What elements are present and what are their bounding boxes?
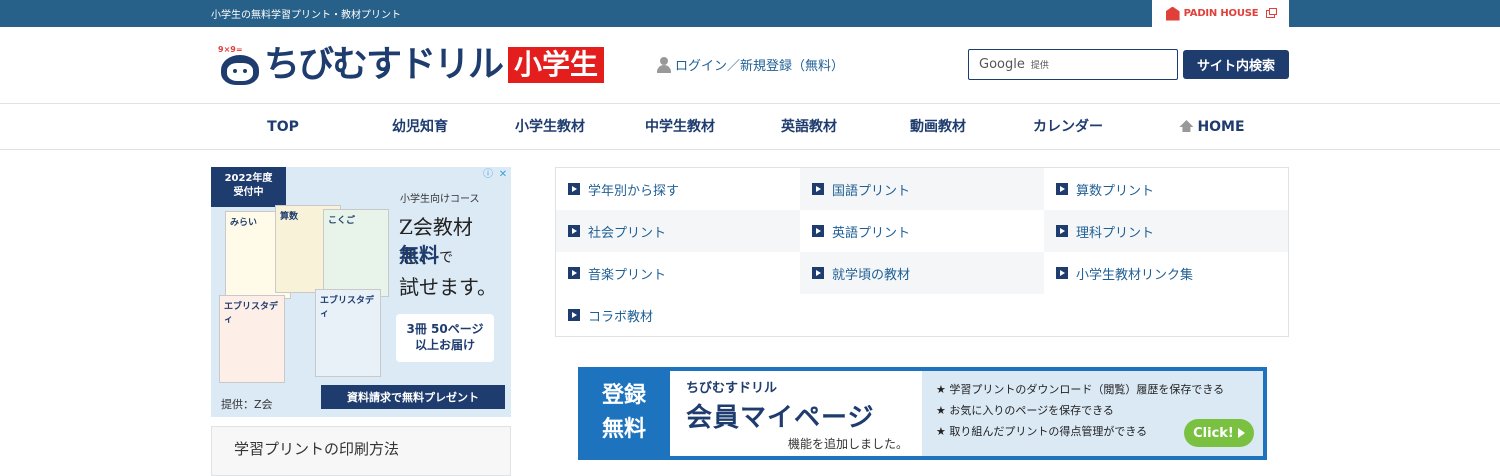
chevron-right-icon: [568, 267, 580, 279]
nav-preschool[interactable]: 幼児知育: [392, 105, 448, 150]
category-link[interactable]: 理科プリント: [1044, 210, 1288, 252]
search-input[interactable]: Google 提供: [968, 49, 1178, 80]
search-provided-label: 提供: [1030, 61, 1049, 71]
category-link[interactable]: 算数プリント: [1044, 168, 1288, 210]
logo-numbers: 9×9=: [218, 45, 243, 54]
ad-book-cover: こくご: [323, 209, 389, 297]
ad-info-icon[interactable]: ⓘ: [482, 169, 494, 181]
site-header: 9×9= ちびむすドリル 小学生 ログイン／新規登録（無料） Google 提供…: [0, 27, 1500, 104]
chevron-right-icon: [812, 183, 824, 195]
ad-free-word: 無料: [399, 243, 439, 267]
chevron-right-icon: [1056, 183, 1068, 195]
ad-badge-status: 受付中: [233, 187, 264, 198]
logo-name: ちびむすドリル: [264, 44, 504, 85]
chevron-right-icon: [568, 309, 580, 321]
banner-features: ★ 学習プリントのダウンロード（閲覧）履歴を保存できる ★ お気に入りのページを…: [922, 371, 1263, 456]
nav-home[interactable]: HOME: [1179, 105, 1245, 150]
ad-book-covers: みらい 算数 こくご エブリスタディ エブリスタディ: [219, 205, 391, 395]
banner-feature: ★ 学習プリントのダウンロード（閲覧）履歴を保存できる: [936, 383, 1225, 396]
ad-headline-3: 試せます。: [399, 275, 497, 299]
print-howto-box[interactable]: 学習プリントの印刷方法: [211, 426, 511, 476]
ad-choices[interactable]: ⓘ ✕: [482, 169, 509, 181]
ad-pages-line1: 3冊 50ページ: [406, 322, 484, 336]
category-link[interactable]: 学年別から探す: [556, 168, 800, 210]
category-link[interactable]: 社会プリント: [556, 210, 800, 252]
banner-click-button[interactable]: Click!: [1184, 419, 1254, 447]
home-icon: [1179, 120, 1194, 132]
site-search-button[interactable]: サイト内検索: [1183, 50, 1289, 79]
ad-book-cover: エブリスタディ: [219, 295, 285, 383]
ad-book-cover: エブリスタディ: [315, 289, 381, 377]
login-label: ログイン／新規登録（無料）: [675, 59, 845, 74]
padin-house-link[interactable]: PADIN HOUSE: [1152, 0, 1289, 27]
ad-pages-line2: 以上お届け: [414, 338, 475, 352]
zkai-advertisement[interactable]: 2022年度 受付中 ⓘ ✕ みらい 算数 こくご エブリスタディ エブリスタデ…: [211, 167, 511, 417]
banner-brand: ちびむすドリル: [686, 381, 778, 396]
ad-pages-box: 3冊 50ページ 以上お届け: [396, 314, 494, 362]
chevron-right-icon: [568, 183, 580, 195]
category-link[interactable]: 国語プリント: [800, 168, 1044, 210]
ad-headline-2-rest: で: [439, 250, 453, 266]
site-tagline: 小学生の無料学習プリント・教材プリント: [211, 10, 401, 21]
nav-junior-high[interactable]: 中学生教材: [645, 105, 715, 150]
banner-free-registration: 登録 無料: [601, 383, 646, 442]
ad-cta-button[interactable]: 資料請求で無料プレゼント: [321, 385, 505, 409]
nav-home-label: HOME: [1197, 119, 1245, 135]
category-link[interactable]: 就学頃の教材: [800, 252, 1044, 294]
padin-house-label: PADIN HOUSE: [1183, 8, 1259, 19]
nav-video[interactable]: 動画教材: [910, 105, 966, 150]
ad-headline-2: 無料で: [399, 239, 453, 268]
onigiri-mascot-icon: 9×9=: [218, 45, 262, 85]
nav-elementary[interactable]: 小学生教材: [515, 105, 585, 150]
nav-english[interactable]: 英語教材: [781, 105, 837, 150]
chevron-right-icon: [1056, 225, 1068, 237]
banner-title: 会員マイページ: [686, 403, 875, 433]
ad-badge: 2022年度 受付中: [211, 167, 286, 207]
top-strip: 小学生の無料学習プリント・教材プリント PADIN HOUSE: [0, 0, 1500, 27]
login-link[interactable]: ログイン／新規登録（無料）: [657, 55, 844, 74]
member-mypage-banner[interactable]: 登録 無料 ちびむすドリル 会員マイページ 機能を追加しました。 ★ 学習プリン…: [578, 367, 1267, 460]
nav-top[interactable]: TOP: [267, 105, 299, 150]
external-link-icon: [1266, 7, 1278, 18]
chevron-right-icon: [812, 267, 824, 279]
category-link[interactable]: 音楽プリント: [556, 252, 800, 294]
category-grid: 学年別から探す 国語プリント 算数プリント 社会プリント 英語プリント 理科プリ…: [555, 167, 1289, 337]
category-link[interactable]: 英語プリント: [800, 210, 1044, 252]
play-arrow-icon: [1237, 428, 1245, 438]
chevron-right-icon: [568, 225, 580, 237]
logo-grade-badge: 小学生: [508, 47, 605, 83]
print-howto-title: 学習プリントの印刷方法: [234, 440, 400, 458]
nav-calendar[interactable]: カレンダー: [1033, 105, 1103, 150]
category-link[interactable]: 小学生教材リンク集: [1044, 252, 1288, 294]
padin-house-logo-icon: [1165, 6, 1180, 21]
site-logo[interactable]: 9×9= ちびむすドリル 小学生: [218, 44, 605, 85]
chevron-right-icon: [812, 225, 824, 237]
user-icon: [657, 56, 671, 73]
banner-subtitle: 機能を追加しました。: [787, 437, 908, 451]
category-link[interactable]: コラボ教材: [556, 294, 800, 336]
ad-badge-year: 2022年度: [224, 173, 273, 184]
banner-feature: ★ お気に入りのページを保存できる: [936, 404, 1114, 417]
ad-close-icon[interactable]: ✕: [497, 169, 509, 181]
chevron-right-icon: [1056, 267, 1068, 279]
main-nav: TOP 幼児知育 小学生教材 中学生教材 英語教材 動画教材 カレンダー HOM…: [0, 105, 1500, 150]
google-brand: Google: [979, 57, 1025, 72]
banner-title-panel: ちびむすドリル 会員マイページ 機能を追加しました。: [670, 371, 922, 456]
ad-source: 提供：Z会: [221, 398, 273, 411]
ad-course-label: 小学生向けコース: [400, 194, 480, 205]
